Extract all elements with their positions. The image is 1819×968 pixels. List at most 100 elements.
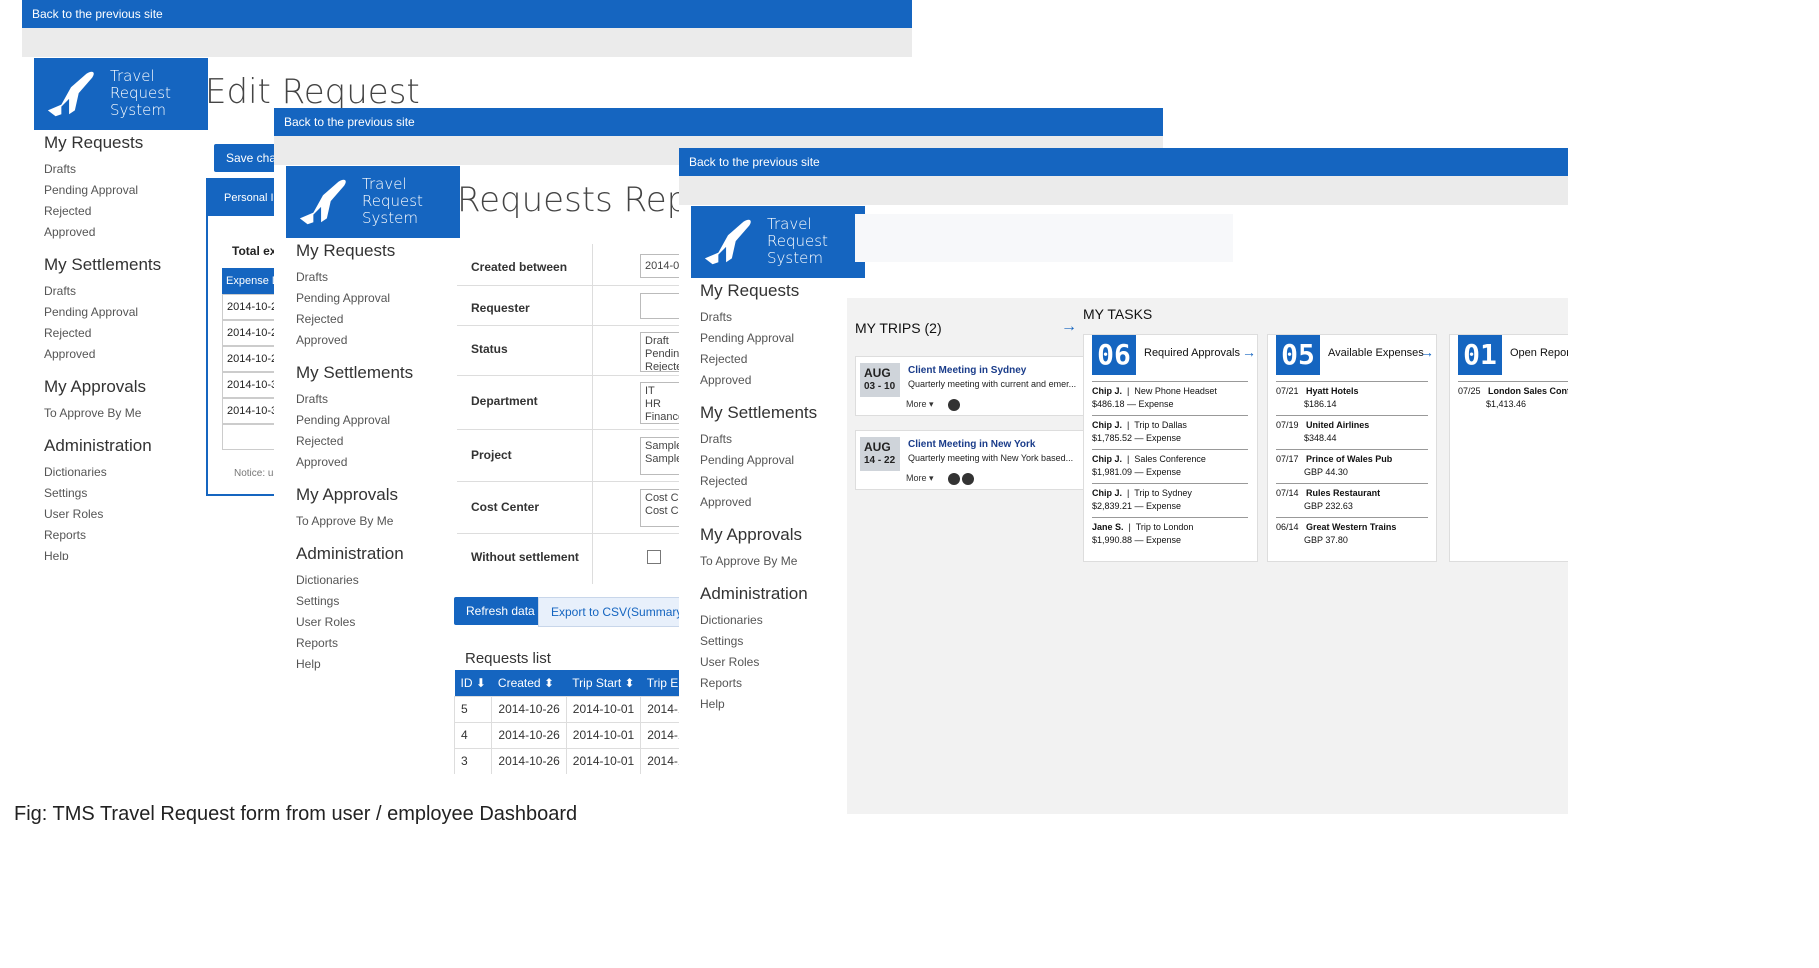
nav-item-rejected[interactable]: Rejected <box>700 471 817 492</box>
table-row[interactable]: 5 2014-10-26 2014-10-01 2014-10- <box>453 695 703 723</box>
nav-item-pending[interactable]: Pending Approval <box>44 180 161 201</box>
divider <box>1276 415 1428 416</box>
nav-item-help[interactable]: Help <box>700 694 817 715</box>
nav-item-dictionaries[interactable]: Dictionaries <box>44 462 161 483</box>
nav-heading-my-approvals: My Approvals <box>44 377 147 396</box>
nav-item-drafts[interactable]: Drafts <box>296 389 413 410</box>
table-row[interactable]: 3 2014-10-26 2014-10-01 2014-10- <box>453 747 703 774</box>
nav-item-to-approve[interactable]: To Approve By Me <box>44 403 161 424</box>
arrow-right-icon[interactable]: → <box>1420 344 1434 360</box>
divider <box>1092 381 1248 382</box>
required-approvals-card[interactable]: 06 Required Approvals → Chip J. | New Ph… <box>1083 334 1258 562</box>
trip-title[interactable]: Client Meeting in New York <box>908 439 1035 450</box>
without-settlement-row: Without settlement <box>457 534 693 584</box>
back-link[interactable]: Back to the previous site <box>679 148 1568 176</box>
nav-item-drafts[interactable]: Drafts <box>700 429 817 450</box>
column-trip-start[interactable]: Trip Start ⬍ <box>566 670 641 696</box>
export-csv-button[interactable]: Export to CSV(Summary) <box>538 597 700 627</box>
nav-item-rejected[interactable]: Rejected <box>700 349 817 370</box>
task-item[interactable]: Chip J. | Trip to Sydney $2,839.21 — Exp… <box>1092 487 1192 513</box>
nav-item-approved[interactable]: Approved <box>44 344 161 365</box>
expense-item[interactable]: 07/17 Prince of Wales Pub GBP 44.30 <box>1276 453 1392 479</box>
nav-item-settings[interactable]: Settings <box>700 631 817 652</box>
nav-item-approved[interactable]: Approved <box>700 492 817 513</box>
card-title: Open Report <box>1510 347 1568 359</box>
trip-card[interactable]: AUG 14 - 22 Client Meeting in New York Q… <box>855 430 1105 490</box>
back-link[interactable]: Back to the previous site <box>22 0 912 28</box>
nav-item-approved[interactable]: Approved <box>44 222 161 243</box>
nav-item-pending[interactable]: Pending Approval <box>296 288 413 309</box>
task-item[interactable]: Chip J. | Trip to Dallas $1,785.52 — Exp… <box>1092 419 1187 445</box>
report-item[interactable]: 07/25 London Sales Confe $1,413.46 <box>1458 385 1568 411</box>
created-between-row: Created between 2014-01 <box>457 246 700 286</box>
logo-text: Travel Request System <box>767 215 828 267</box>
more-menu[interactable]: More ▾ <box>906 473 934 484</box>
available-expenses-card[interactable]: 05 Available Expenses → 07/21 Hyatt Hote… <box>1267 334 1437 562</box>
nav-item-drafts[interactable]: Drafts <box>700 307 817 328</box>
app-logo[interactable]: Travel Request System <box>691 206 865 278</box>
nav-item-drafts[interactable]: Drafts <box>44 159 161 180</box>
expense-item[interactable]: 07/19 United Airlines $348.44 <box>1276 419 1369 445</box>
trip-title[interactable]: Client Meeting in Sydney <box>908 365 1026 376</box>
task-item[interactable]: Chip J. | Sales Conference $1,981.09 — E… <box>1092 453 1206 479</box>
nav-heading-my-requests: My Requests <box>700 281 800 300</box>
nav-item-approved[interactable]: Approved <box>296 452 413 473</box>
nav-item-approved[interactable]: Approved <box>296 330 413 351</box>
nav-item-settings[interactable]: Settings <box>296 591 413 612</box>
nav-item-to-approve[interactable]: To Approve By Me <box>296 511 413 532</box>
nav-item-drafts[interactable]: Drafts <box>44 281 161 302</box>
nav-item-pending[interactable]: Pending Approval <box>296 410 413 431</box>
table-header-row: ID ⬇ Created ⬍ Trip Start ⬍ Trip End <box>454 670 702 696</box>
nav-item-rejected[interactable]: Rejected <box>44 323 161 344</box>
column-created[interactable]: Created ⬍ <box>491 670 567 696</box>
nav-item-dictionaries[interactable]: Dictionaries <box>296 570 413 591</box>
nav-item-to-approve[interactable]: To Approve By Me <box>700 551 817 572</box>
badge-circle-icon[interactable] <box>962 473 974 485</box>
without-settlement-checkbox[interactable] <box>647 550 661 564</box>
without-settlement-label: Without settlement <box>471 550 579 564</box>
table-row[interactable]: 4 2014-10-26 2014-10-01 2014-10- <box>453 721 703 749</box>
card-title: Required Approvals <box>1144 347 1241 359</box>
nav-item-help[interactable]: Help <box>44 546 161 560</box>
expense-item[interactable]: 06/14 Great Western Trains GBP 37.80 <box>1276 521 1396 547</box>
divider <box>1276 449 1428 450</box>
expense-item[interactable]: 07/14 Rules Restaurant GBP 232.63 <box>1276 487 1380 513</box>
plus-circle-icon[interactable] <box>948 399 960 411</box>
trip-card[interactable]: AUG 03 - 10 Client Meeting in Sydney Qua… <box>855 356 1105 416</box>
arrow-right-icon[interactable]: → <box>1242 344 1256 360</box>
nav-item-rejected[interactable]: Rejected <box>44 201 161 222</box>
plus-circle-icon[interactable] <box>948 473 960 485</box>
nav-item-reports[interactable]: Reports <box>296 633 413 654</box>
nav-item-help[interactable]: Help <box>296 654 413 675</box>
nav-item-user-roles[interactable]: User Roles <box>296 612 413 633</box>
more-menu[interactable]: More ▾ <box>906 399 934 410</box>
nav-item-user-roles[interactable]: User Roles <box>44 504 161 525</box>
nav-item-user-roles[interactable]: User Roles <box>700 652 817 673</box>
nav-item-pending[interactable]: Pending Approval <box>44 302 161 323</box>
page-title: Edit Request <box>205 72 420 112</box>
nav-item-rejected[interactable]: Rejected <box>296 431 413 452</box>
cost-center-row: Cost Center Cost Cer Cost Cer <box>457 482 700 534</box>
refresh-data-button[interactable]: Refresh data <box>454 597 547 625</box>
app-logo[interactable]: Travel Request System <box>34 58 208 130</box>
task-item[interactable]: Chip J. | New Phone Headset $486.18 — Ex… <box>1092 385 1217 411</box>
expense-item[interactable]: 07/21 Hyatt Hotels $186.14 <box>1276 385 1359 411</box>
nav-item-drafts[interactable]: Drafts <box>296 267 413 288</box>
nav-item-reports[interactable]: Reports <box>44 525 161 546</box>
nav-item-dictionaries[interactable]: Dictionaries <box>700 610 817 631</box>
back-link[interactable]: Back to the previous site <box>274 108 1163 136</box>
task-item[interactable]: Jane S. | Trip to London $1,990.88 — Exp… <box>1092 521 1193 547</box>
app-logo[interactable]: Travel Request System <box>286 166 460 238</box>
sort-down-icon: ⬇ <box>475 675 486 690</box>
arrow-right-icon[interactable]: → <box>1061 318 1077 336</box>
nav-item-settings[interactable]: Settings <box>44 483 161 504</box>
nav-item-rejected[interactable]: Rejected <box>296 309 413 330</box>
open-report-card[interactable]: 01 Open Report 07/25 London Sales Confe … <box>1449 334 1568 562</box>
nav-item-pending[interactable]: Pending Approval <box>700 328 817 349</box>
column-id[interactable]: ID ⬇ <box>454 670 492 696</box>
divider <box>1276 381 1428 382</box>
nav-item-approved[interactable]: Approved <box>700 370 817 391</box>
nav-item-reports[interactable]: Reports <box>700 673 817 694</box>
nav-item-pending[interactable]: Pending Approval <box>700 450 817 471</box>
grey-toolbar <box>22 28 912 57</box>
